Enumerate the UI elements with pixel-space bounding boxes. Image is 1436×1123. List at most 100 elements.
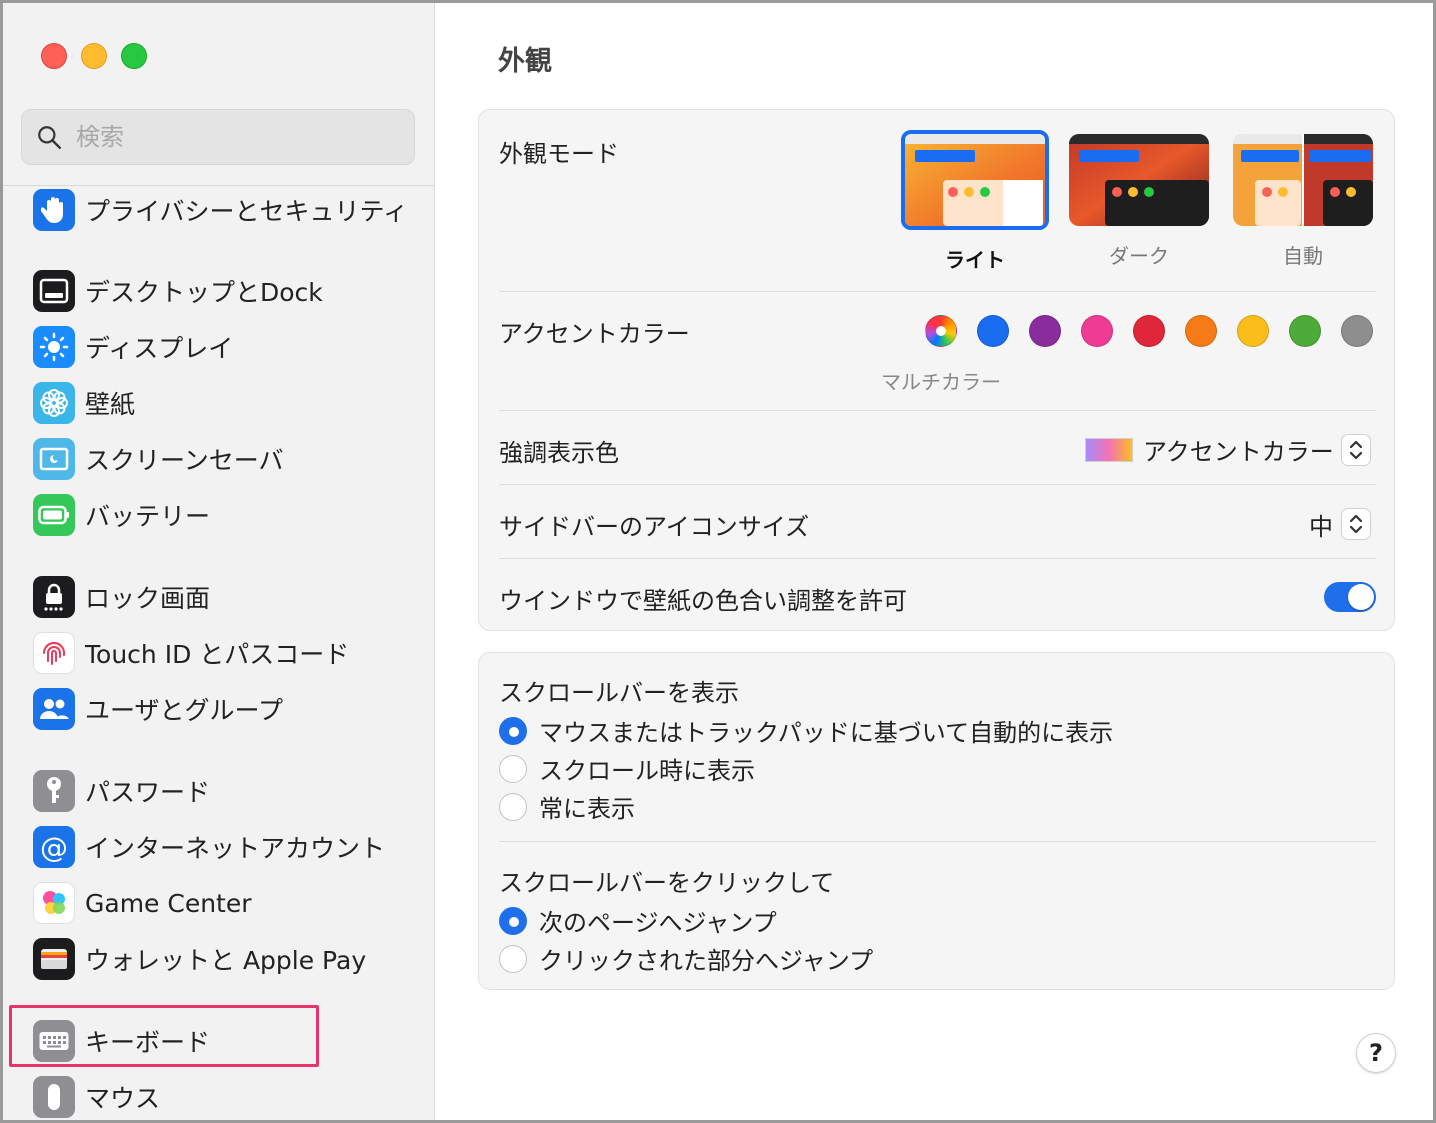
sidebar: プライバシーとセキュリティ デスクトップとDock ディスプレイ [3, 3, 435, 1120]
sidebar-item-label: ディスプレイ [85, 334, 234, 363]
sidebar-item-label: インターネットアカウント [85, 834, 386, 863]
click-scrollbar-label: スクロールバーをクリックして [499, 869, 835, 897]
jump-next-page-option[interactable]: 次のページへジャンプ [499, 903, 777, 938]
accent-orange-swatch[interactable] [1185, 315, 1217, 347]
sidebar-item-mouse[interactable]: マウス [33, 1072, 160, 1120]
highlight-color-select[interactable] [1341, 434, 1371, 466]
window-controls [41, 43, 147, 69]
sidebar-item-label: ユーザとグループ [85, 696, 284, 725]
accent-red-swatch[interactable] [1133, 315, 1165, 347]
help-button[interactable]: ? [1356, 1033, 1396, 1073]
radio[interactable] [499, 792, 527, 821]
radio-selected[interactable] [499, 906, 527, 935]
sidebar-item-lock-screen[interactable]: ロック画面 [33, 572, 210, 622]
at-icon: @ [33, 826, 75, 868]
divider [499, 484, 1376, 485]
jump-clicked-spot-option[interactable]: クリックされた部分へジャンプ [499, 941, 873, 976]
light-label: ライト [945, 248, 1005, 272]
search-field[interactable] [21, 109, 415, 165]
accent-yellow-swatch[interactable] [1237, 315, 1269, 347]
sidebar-icon-size-value[interactable]: 中 [1309, 507, 1333, 542]
accent-graphite-swatch[interactable] [1341, 315, 1373, 347]
sidebar-item-wallet[interactable]: ウォレットと Apple Pay [33, 934, 366, 984]
sidebar-item-label: Game Center [85, 888, 252, 918]
chevron-updown-icon [1349, 440, 1363, 460]
sidebar-item-label: デスクトップとDock [85, 278, 323, 307]
search-input[interactable] [76, 123, 376, 151]
divider [499, 291, 1376, 292]
hand-icon [33, 189, 75, 231]
sidebar-item-privacy[interactable]: プライバシーとセキュリティ [33, 185, 408, 235]
scrollbar-auto-option[interactable]: マウスまたはトラックパッドに基づいて自動的に表示 [499, 713, 1113, 748]
wallet-icon [33, 938, 75, 980]
sidebar-icon-size-select[interactable] [1341, 508, 1371, 540]
sidebar-item-label: プライバシーとセキュリティ [85, 197, 409, 226]
auto-thumbnail [1233, 134, 1373, 226]
sidebar-item-label: Touch ID とパスコード [85, 640, 350, 669]
dark-thumbnail [1069, 134, 1209, 226]
accent-blue-swatch[interactable] [977, 315, 1009, 347]
lock-icon [33, 576, 75, 618]
accent-multicolor-swatch[interactable] [925, 315, 957, 347]
sidebar-item-touch-id[interactable]: Touch ID とパスコード [33, 628, 349, 678]
sidebar-item-label: スクリーンセーバ [85, 446, 284, 475]
scrollbar-group: スクロールバーを表示 マウスまたはトラックパッドに基づいて自動的に表示 スクロー… [478, 652, 1395, 990]
search-icon [38, 126, 62, 150]
zoom-button[interactable] [121, 43, 147, 69]
appearance-group: 外観モード ライト ダーク 自動 アクセントカラー マルチカラー 強調表示色 ア… [478, 109, 1395, 631]
sidebar-item-label: マウス [85, 1084, 161, 1113]
sidebar-item-users-groups[interactable]: ユーザとグループ [33, 684, 283, 734]
settings-window: プライバシーとセキュリティ デスクトップとDock ディスプレイ [0, 0, 1436, 1123]
light-thumbnail [901, 130, 1049, 230]
chevron-updown-icon [1349, 514, 1363, 534]
sidebar-item-passwords[interactable]: パスワード [33, 766, 210, 816]
game-center-icon [33, 882, 75, 924]
wallpaper-tinting-label: ウインドウで壁紙の色合い調整を許可 [499, 587, 907, 615]
radio-selected[interactable] [499, 716, 527, 745]
divider [499, 841, 1376, 842]
minimize-button[interactable] [81, 43, 107, 69]
show-scrollbars-label: スクロールバーを表示 [499, 679, 739, 707]
highlight-color-preview [1085, 438, 1133, 462]
appearance-option-light[interactable]: ライト [901, 130, 1049, 273]
mouse-icon [33, 1076, 75, 1118]
radio-label: 次のページへジャンプ [539, 909, 777, 937]
sidebar-item-desktop-dock[interactable]: デスクトップとDock [33, 266, 323, 316]
scrollbar-always-option[interactable]: 常に表示 [499, 789, 635, 824]
appearance-option-dark[interactable]: ダーク [1069, 134, 1209, 269]
key-icon [33, 770, 75, 812]
close-button[interactable] [41, 43, 67, 69]
sidebar-item-battery[interactable]: バッテリー [33, 490, 210, 540]
sidebar-item-screensaver[interactable]: スクリーンセーバ [33, 434, 284, 484]
accent-pink-swatch[interactable] [1081, 315, 1113, 347]
sidebar-item-label: バッテリー [85, 502, 211, 531]
sidebar-item-label: ロック画面 [85, 584, 211, 613]
radio[interactable] [499, 944, 527, 973]
page-title: 外観 [498, 46, 552, 77]
highlight-color-value[interactable]: アクセントカラー [1143, 432, 1334, 467]
flower-icon [33, 382, 75, 424]
divider [499, 558, 1376, 559]
screensaver-icon [33, 438, 75, 480]
sidebar-item-label: パスワード [85, 778, 211, 807]
appearance-mode-label: 外観モード [499, 140, 619, 168]
wallpaper-tinting-toggle[interactable] [1324, 582, 1376, 612]
accent-green-swatch[interactable] [1289, 315, 1321, 347]
radio[interactable] [499, 754, 527, 783]
sidebar-item-game-center[interactable]: Game Center [33, 878, 252, 928]
fingerprint-icon [33, 632, 75, 674]
sidebar-item-wallpaper[interactable]: 壁紙 [33, 378, 135, 428]
radio-label: 常に表示 [539, 795, 635, 823]
highlight-color-label: 強調表示色 [499, 439, 619, 467]
accent-purple-swatch[interactable] [1029, 315, 1061, 347]
sidebar-item-internet-accounts[interactable]: @ インターネットアカウント [33, 822, 385, 872]
sidebar-item-displays[interactable]: ディスプレイ [33, 322, 233, 372]
appearance-option-auto[interactable]: 自動 [1233, 134, 1373, 269]
main-pane: 外観 外観モード ライト ダーク 自動 アクセントカラー マルチカラー 強調表示… [436, 3, 1433, 1120]
radio-label: クリックされた部分へジャンプ [539, 947, 874, 975]
auto-label: 自動 [1283, 244, 1323, 268]
scrollbar-when-scrolling-option[interactable]: スクロール時に表示 [499, 751, 755, 786]
accent-selected-caption: マルチカラー [881, 370, 1001, 394]
sidebar-item-label: ウォレットと Apple Pay [85, 946, 367, 975]
dock-icon [33, 270, 75, 312]
